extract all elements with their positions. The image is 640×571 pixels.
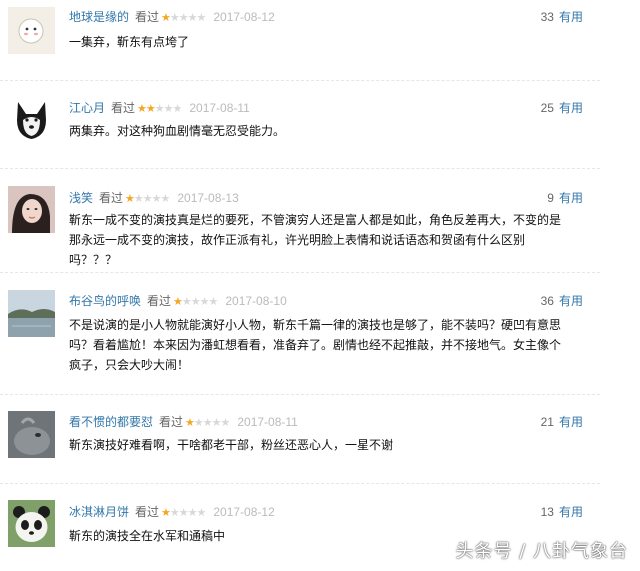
review-watched-label: 看过 <box>135 505 160 519</box>
lake-landscape-icon[interactable] <box>8 290 55 337</box>
useful-count: 33 <box>540 10 554 24</box>
review-user-link[interactable]: 江心月 <box>69 101 105 115</box>
divider <box>0 80 600 81</box>
useful-vote[interactable]: 13 有用 <box>541 504 583 520</box>
gray-animal-icon[interactable] <box>8 411 55 458</box>
watermark: 头条号 / 八卦气象台 <box>455 541 628 562</box>
divider <box>0 272 600 273</box>
useful-vote[interactable]: 25 有用 <box>541 100 583 116</box>
review-text: 两集弃。对这种狗血剧情毫无忍受能力。 <box>69 124 286 138</box>
useful-button[interactable]: 有用 <box>559 294 583 308</box>
rating-stars: ★★★★★ <box>161 11 206 24</box>
useful-button[interactable]: 有用 <box>559 101 583 115</box>
husky-dog-icon[interactable] <box>8 96 55 143</box>
rating-stars: ★★★★★ <box>125 192 170 205</box>
review-date: 2017-08-11 <box>189 101 250 115</box>
review-watched-label: 看过 <box>147 294 172 308</box>
divider <box>0 168 600 169</box>
cartoon-face-icon[interactable] <box>8 7 55 54</box>
review-date: 2017-08-13 <box>177 191 239 205</box>
useful-button[interactable]: 有用 <box>559 10 583 24</box>
review-user-link[interactable]: 看不惯的都要怼 <box>69 415 153 429</box>
useful-vote[interactable]: 36 有用 <box>541 293 583 309</box>
review-user-link[interactable]: 冰淇淋月饼 <box>69 505 129 519</box>
divider <box>0 394 600 395</box>
review-watched-label: 看过 <box>99 191 124 205</box>
review-text: 一集弃，靳东有点垮了 <box>69 35 190 49</box>
rating-stars: ★★★★★ <box>137 102 182 115</box>
review-text: 不是说演的是小人物就能演好小人物，靳东千篇一律的演技也是够了，能不装吗？硬凹有意… <box>69 318 562 372</box>
useful-count: 13 <box>540 505 554 519</box>
rating-stars: ★★★★★ <box>161 506 206 519</box>
useful-button[interactable]: 有用 <box>559 415 583 429</box>
review-text: 靳东一成不变的演技真是烂的要死，不管演穷人还是富人都是如此，角色反差再大，不变的… <box>69 213 562 267</box>
panda-icon[interactable] <box>8 500 55 547</box>
useful-count: 21 <box>540 415 554 429</box>
useful-count: 9 <box>547 191 554 205</box>
useful-vote[interactable]: 33 有用 <box>541 9 583 25</box>
useful-count: 25 <box>540 101 554 115</box>
review-text: 靳东演技好难看啊，干啥都老干部，粉丝还恶心人，一星不谢 <box>69 438 394 452</box>
rating-stars: ★★★★★ <box>185 416 230 429</box>
review-date: 2017-08-12 <box>213 10 275 24</box>
useful-button[interactable]: 有用 <box>559 505 583 519</box>
review-user-link[interactable]: 浅笑 <box>69 191 93 205</box>
useful-count: 36 <box>540 294 554 308</box>
review-user-link[interactable]: 布谷鸟的呼唤 <box>69 294 141 308</box>
review-date: 2017-08-11 <box>237 415 298 429</box>
divider <box>0 483 600 484</box>
review-watched-label: 看过 <box>135 10 160 24</box>
useful-button[interactable]: 有用 <box>559 191 583 205</box>
useful-vote[interactable]: 21 有用 <box>541 414 583 430</box>
review-watched-label: 看过 <box>111 101 136 115</box>
review-date: 2017-08-10 <box>225 294 287 308</box>
useful-vote[interactable]: 9 有用 <box>547 190 583 206</box>
review-user-link[interactable]: 地球是缘的 <box>69 10 129 24</box>
woman-portrait-icon[interactable] <box>8 186 55 233</box>
review-date: 2017-08-12 <box>213 505 275 519</box>
review-watched-label: 看过 <box>159 415 184 429</box>
rating-stars: ★★★★★ <box>173 295 218 308</box>
